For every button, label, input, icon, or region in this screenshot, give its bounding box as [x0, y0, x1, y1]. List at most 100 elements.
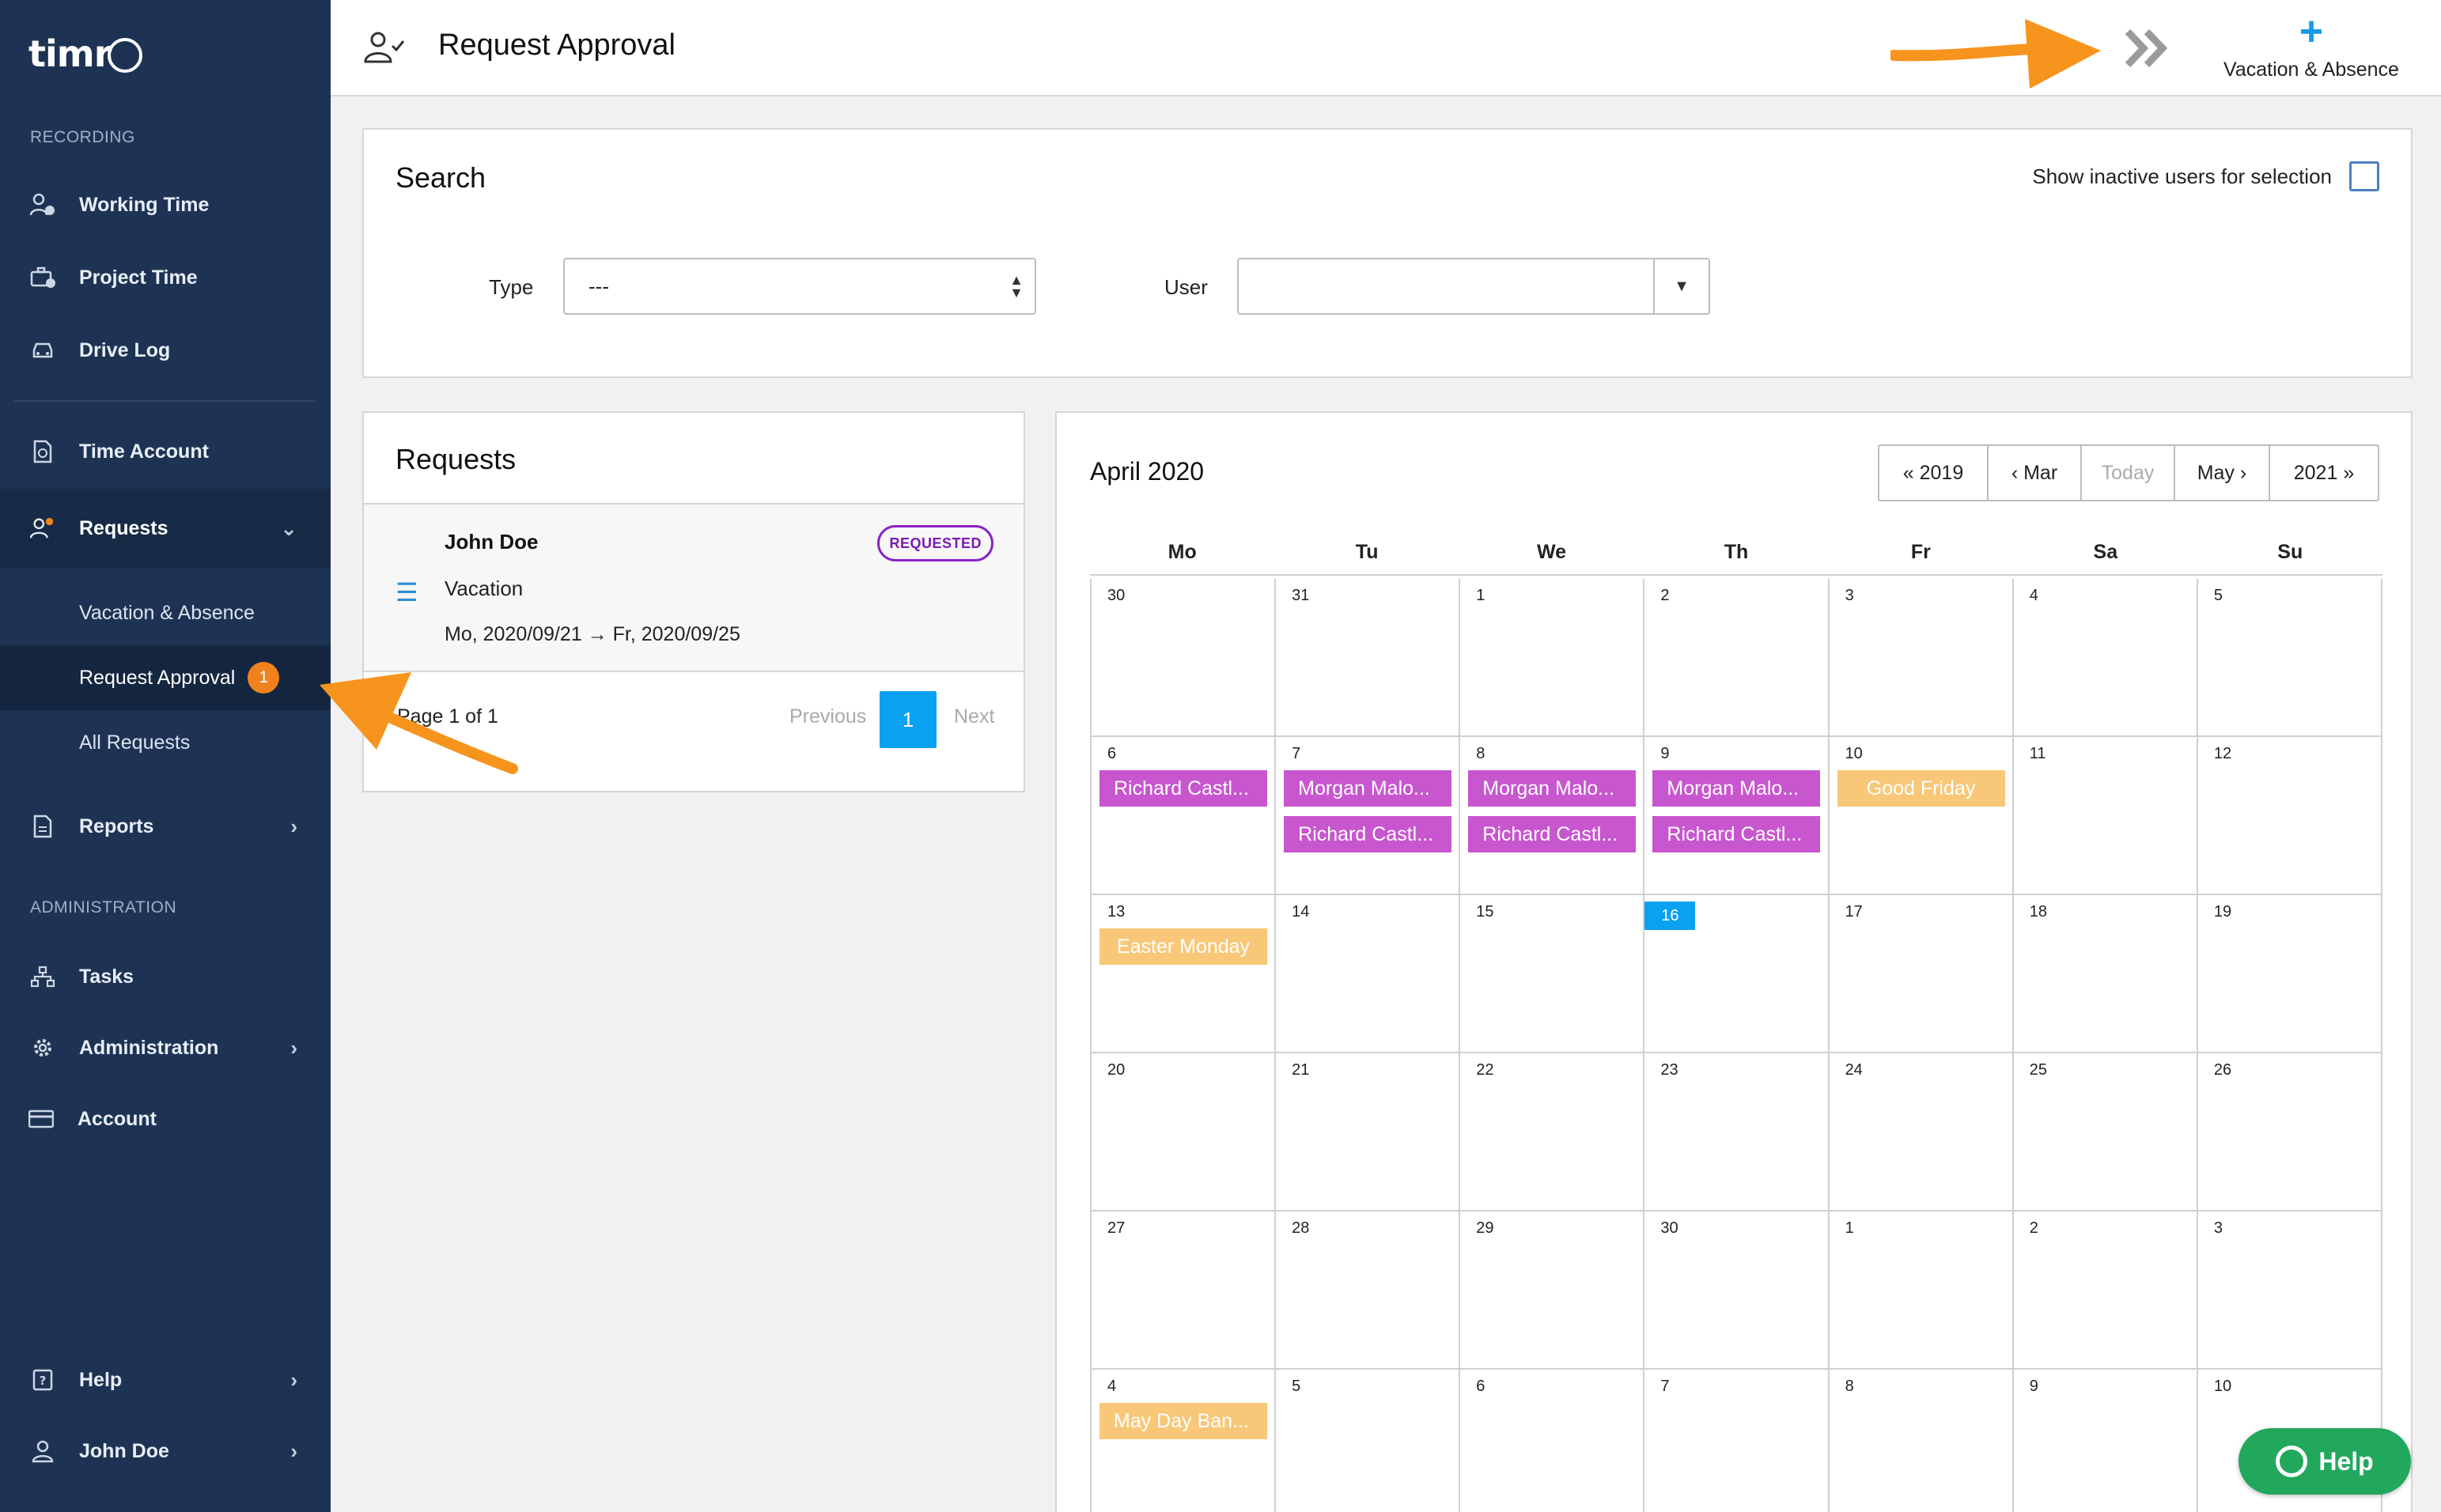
- day-number: 4: [1107, 1378, 1117, 1395]
- caret-down-icon[interactable]: ▼: [1653, 259, 1709, 313]
- sidebar-item-requests[interactable]: Requests ⌄: [0, 489, 331, 568]
- holiday-event[interactable]: Easter Monday: [1099, 928, 1267, 965]
- previous-page-button[interactable]: Previous: [789, 705, 866, 728]
- calendar-day[interactable]: 4 May Day Ban...: [1090, 1370, 1274, 1512]
- calendar-day[interactable]: 30: [1090, 579, 1274, 735]
- calendar-day[interactable]: 7 Morgan Malo... Richard Castl...: [1274, 737, 1459, 894]
- calendar-event[interactable]: Richard Castl...: [1099, 770, 1267, 807]
- next-month-label: May: [2197, 461, 2235, 484]
- status-badge: REQUESTED: [877, 525, 993, 561]
- holiday-event[interactable]: Good Friday: [1837, 770, 2005, 807]
- calendar-day[interactable]: 1: [1827, 1211, 2012, 1368]
- calendar-day[interactable]: 5: [2196, 579, 2382, 735]
- calendar-day[interactable]: 14: [1274, 895, 1459, 1052]
- show-inactive-toggle[interactable]: Show inactive users for selection: [2032, 161, 2379, 191]
- calendar-day[interactable]: 31: [1274, 579, 1459, 735]
- calendar-day[interactable]: 26: [2196, 1053, 2382, 1210]
- calendar-day[interactable]: 9: [2011, 1370, 2197, 1512]
- calendar-day[interactable]: 27: [1090, 1211, 1274, 1368]
- calendar-event[interactable]: Morgan Malo...: [1652, 770, 1821, 807]
- weekday-label: Th: [1724, 541, 1749, 563]
- today-button[interactable]: Today: [2082, 446, 2175, 500]
- day-number: 13: [1107, 903, 1126, 920]
- calendar-day[interactable]: 30: [1643, 1211, 1827, 1368]
- calendar-day[interactable]: 21: [1274, 1053, 1459, 1210]
- double-chevron-right-icon[interactable]: [2120, 24, 2175, 84]
- page-number-button[interactable]: 1: [880, 691, 937, 748]
- calendar-day[interactable]: 17: [1827, 895, 2012, 1052]
- calendar-day[interactable]: 9 Morgan Malo... Richard Castl...: [1643, 737, 1827, 894]
- calendar-day[interactable]: 12: [2196, 737, 2382, 894]
- weekday-label: Mo: [1168, 541, 1197, 563]
- day-number: 11: [2029, 745, 2046, 762]
- sidebar-subitem-vacation-absence[interactable]: Vacation & Absence: [0, 580, 331, 645]
- sidebar-item-user[interactable]: John Doe ›: [0, 1416, 331, 1487]
- sidebar-item-project-time[interactable]: Project Time: [0, 242, 331, 313]
- sidebar-item-help[interactable]: ? Help ›: [0, 1344, 331, 1416]
- calendar-day[interactable]: 29: [1459, 1211, 1643, 1368]
- requests-title: Requests: [395, 443, 517, 475]
- show-inactive-checkbox[interactable]: [2349, 161, 2379, 191]
- calendar-event[interactable]: Richard Castl...: [1652, 816, 1821, 852]
- calendar-day[interactable]: 8 Morgan Malo... Richard Castl...: [1459, 737, 1643, 894]
- calendar-day[interactable]: 6: [1459, 1370, 1643, 1512]
- calendar-day[interactable]: 11: [2011, 737, 2197, 894]
- calendar-event[interactable]: Morgan Malo...: [1468, 770, 1637, 807]
- calendar-day[interactable]: 25: [2011, 1053, 2197, 1210]
- calendar-day[interactable]: 7: [1643, 1370, 1827, 1512]
- calendar-day[interactable]: 3: [2196, 1211, 2382, 1368]
- calendar-event[interactable]: Morgan Malo...: [1284, 770, 1452, 807]
- add-vacation-absence-button[interactable]: + Vacation & Absence: [2208, 11, 2414, 81]
- calendar-day[interactable]: 28: [1274, 1211, 1459, 1368]
- calendar-day[interactable]: 4: [2011, 579, 2197, 735]
- sidebar-subitem-request-approval[interactable]: Request Approval 1: [0, 645, 331, 710]
- calendar-day[interactable]: 19: [2196, 895, 2382, 1052]
- calendar-day[interactable]: 6 Richard Castl...: [1090, 737, 1274, 894]
- sidebar-item-time-account[interactable]: Time Account: [0, 416, 331, 487]
- day-number: 18: [2029, 903, 2047, 920]
- sidebar-item-administration[interactable]: Administration ›: [0, 1012, 331, 1083]
- user-label: User: [1164, 275, 1208, 299]
- calendar-event[interactable]: Richard Castl...: [1284, 816, 1452, 852]
- sidebar-item-tasks[interactable]: Tasks: [0, 941, 331, 1012]
- calendar-day[interactable]: 15: [1459, 895, 1643, 1052]
- event-label: Easter Monday: [1116, 935, 1251, 958]
- calendar-event[interactable]: Richard Castl...: [1468, 816, 1637, 852]
- calendar-day[interactable]: 23: [1643, 1053, 1827, 1210]
- calendar-day[interactable]: 8: [1827, 1370, 2012, 1512]
- user-select[interactable]: ▼: [1237, 258, 1710, 315]
- holiday-event[interactable]: May Day Ban...: [1099, 1403, 1267, 1439]
- page-count-text: Page 1 of 1: [397, 705, 498, 728]
- chevron-right-icon: ›: [290, 1035, 297, 1060]
- next-month-button[interactable]: May ›: [2175, 446, 2270, 500]
- sidebar-item-reports[interactable]: Reports ›: [0, 791, 331, 862]
- sidebar-item-label: Tasks: [79, 965, 134, 988]
- calendar-day[interactable]: 10 Good Friday: [1827, 737, 2012, 894]
- sidebar-item-drive-log[interactable]: Drive Log: [0, 315, 331, 386]
- calendar-day[interactable]: 5: [1274, 1370, 1459, 1512]
- calendar-day[interactable]: 22: [1459, 1053, 1643, 1210]
- sidebar-item-label: Working Time: [79, 193, 210, 216]
- sidebar-item-account[interactable]: Account: [0, 1083, 331, 1155]
- type-select[interactable]: --- ▲ ▼: [563, 258, 1036, 315]
- sidebar-item-working-time[interactable]: Working Time: [0, 169, 331, 240]
- calendar-day-today[interactable]: 16: [1643, 895, 1827, 1052]
- calendar-day[interactable]: 13 Easter Monday: [1090, 895, 1274, 1052]
- calendar-day[interactable]: 18: [2011, 895, 2197, 1052]
- next-page-button[interactable]: Next: [954, 705, 994, 728]
- prev-year-button[interactable]: « 2019: [1879, 446, 1989, 500]
- calendar-day[interactable]: 24: [1827, 1053, 2012, 1210]
- help-chat-button[interactable]: Help: [2239, 1428, 2411, 1495]
- day-number: 27: [1107, 1219, 1126, 1237]
- hamburger-icon[interactable]: ☰: [395, 577, 418, 607]
- calendar-day[interactable]: 3: [1827, 579, 2012, 735]
- prev-month-button[interactable]: ‹ Mar: [1989, 446, 2082, 500]
- timr-logo[interactable]: timr: [28, 32, 143, 76]
- calendar-day[interactable]: 20: [1090, 1053, 1274, 1210]
- next-year-button[interactable]: 2021 »: [2270, 446, 2378, 500]
- calendar-day[interactable]: 2: [1643, 579, 1827, 735]
- calendar-day[interactable]: 2: [2011, 1211, 2197, 1368]
- calendar-day[interactable]: 1: [1459, 579, 1643, 735]
- user-clock-icon: [30, 192, 55, 217]
- sidebar-subitem-all-requests[interactable]: All Requests: [0, 710, 331, 775]
